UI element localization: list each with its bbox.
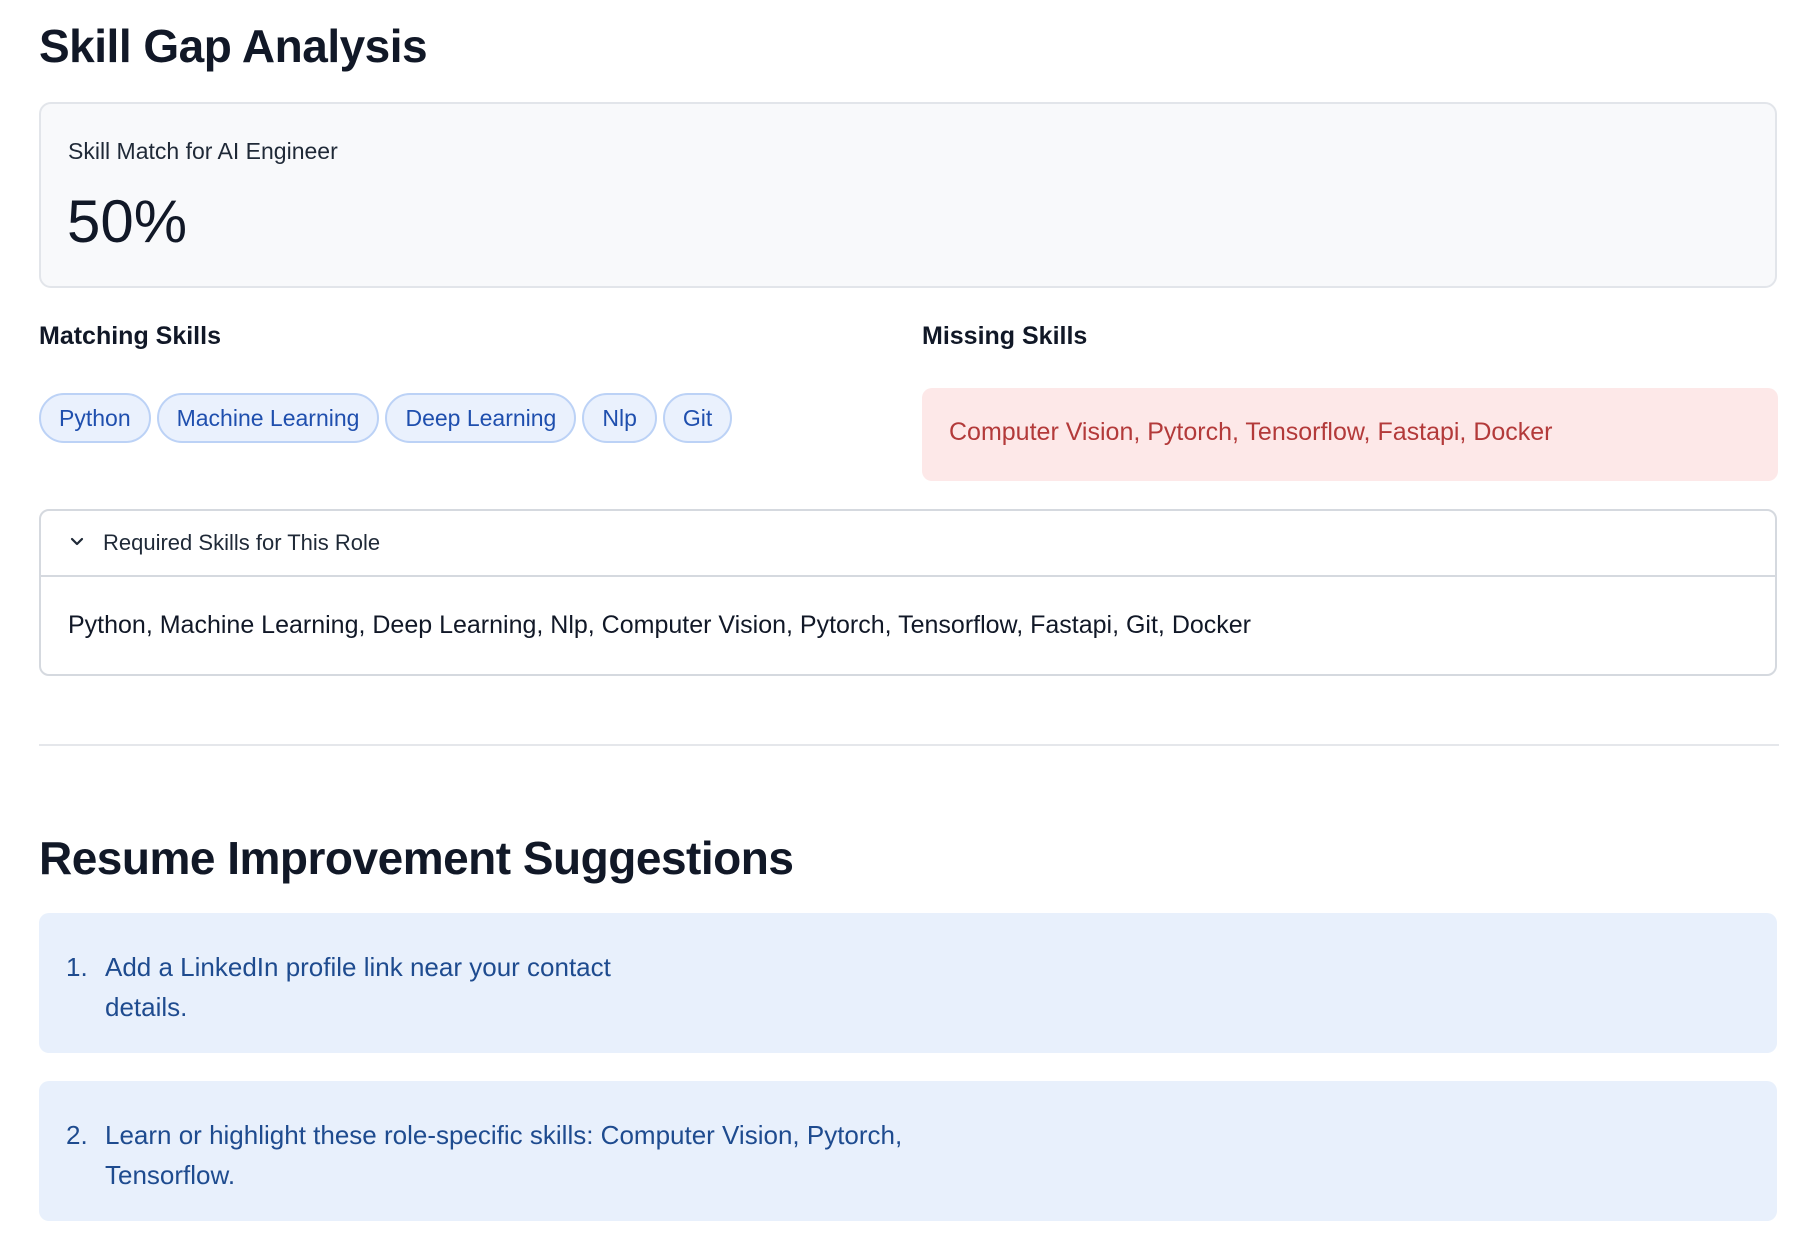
metric-label: Skill Match for AI Engineer: [68, 138, 338, 164]
skill-chip[interactable]: Deep Learning: [385, 393, 577, 443]
chevron-down-icon: [70, 537, 84, 546]
divider: [39, 744, 1779, 746]
matching-skills-chips: Python Machine Learning Deep Learning Nl…: [39, 393, 733, 443]
skill-match-metric-card: Skill Match for AI Engineer 50%: [39, 102, 1777, 288]
metric-value: 50%: [67, 188, 188, 255]
skill-chip[interactable]: Machine Learning: [156, 393, 380, 443]
suggestions-title: Resume Improvement Suggestions: [39, 832, 794, 884]
expander-title: Required Skills for This Role: [103, 530, 381, 555]
required-skills-expander: Required Skills for This Role Python, Ma…: [39, 509, 1777, 676]
missing-skills-text: Computer Vision, Pytorch, Tensorflow, Fa…: [949, 418, 1553, 446]
suggestion-item: 1. Add a LinkedIn profile link near your…: [39, 913, 1777, 1053]
skill-chip[interactable]: Git: [662, 393, 733, 443]
suggestion-number: 2.: [66, 1120, 88, 1150]
skill-gap-title: Skill Gap Analysis: [39, 20, 428, 72]
suggestion-item: 2. Learn or highlight these role-specifi…: [39, 1081, 1777, 1221]
matching-skills-heading: Matching Skills: [39, 322, 221, 350]
suggestion-text: Learn or highlight these role-specific s…: [105, 1120, 903, 1190]
missing-skills-alert: Computer Vision, Pytorch, Tensorflow, Fa…: [922, 388, 1778, 481]
missing-skills-heading: Missing Skills: [922, 322, 1088, 350]
required-skills-text: Python, Machine Learning, Deep Learning,…: [68, 611, 1252, 639]
suggestion-number: 1.: [66, 952, 88, 982]
skill-chip[interactable]: Python: [39, 393, 151, 443]
suggestion-text: Add a LinkedIn profile link near your co…: [105, 952, 611, 1022]
page: Skill Gap Analysis Skill Match for AI En…: [0, 0, 1802, 1258]
required-skills-expander-header[interactable]: Required Skills for This Role: [41, 511, 1775, 577]
skill-chip[interactable]: Nlp: [582, 393, 657, 443]
